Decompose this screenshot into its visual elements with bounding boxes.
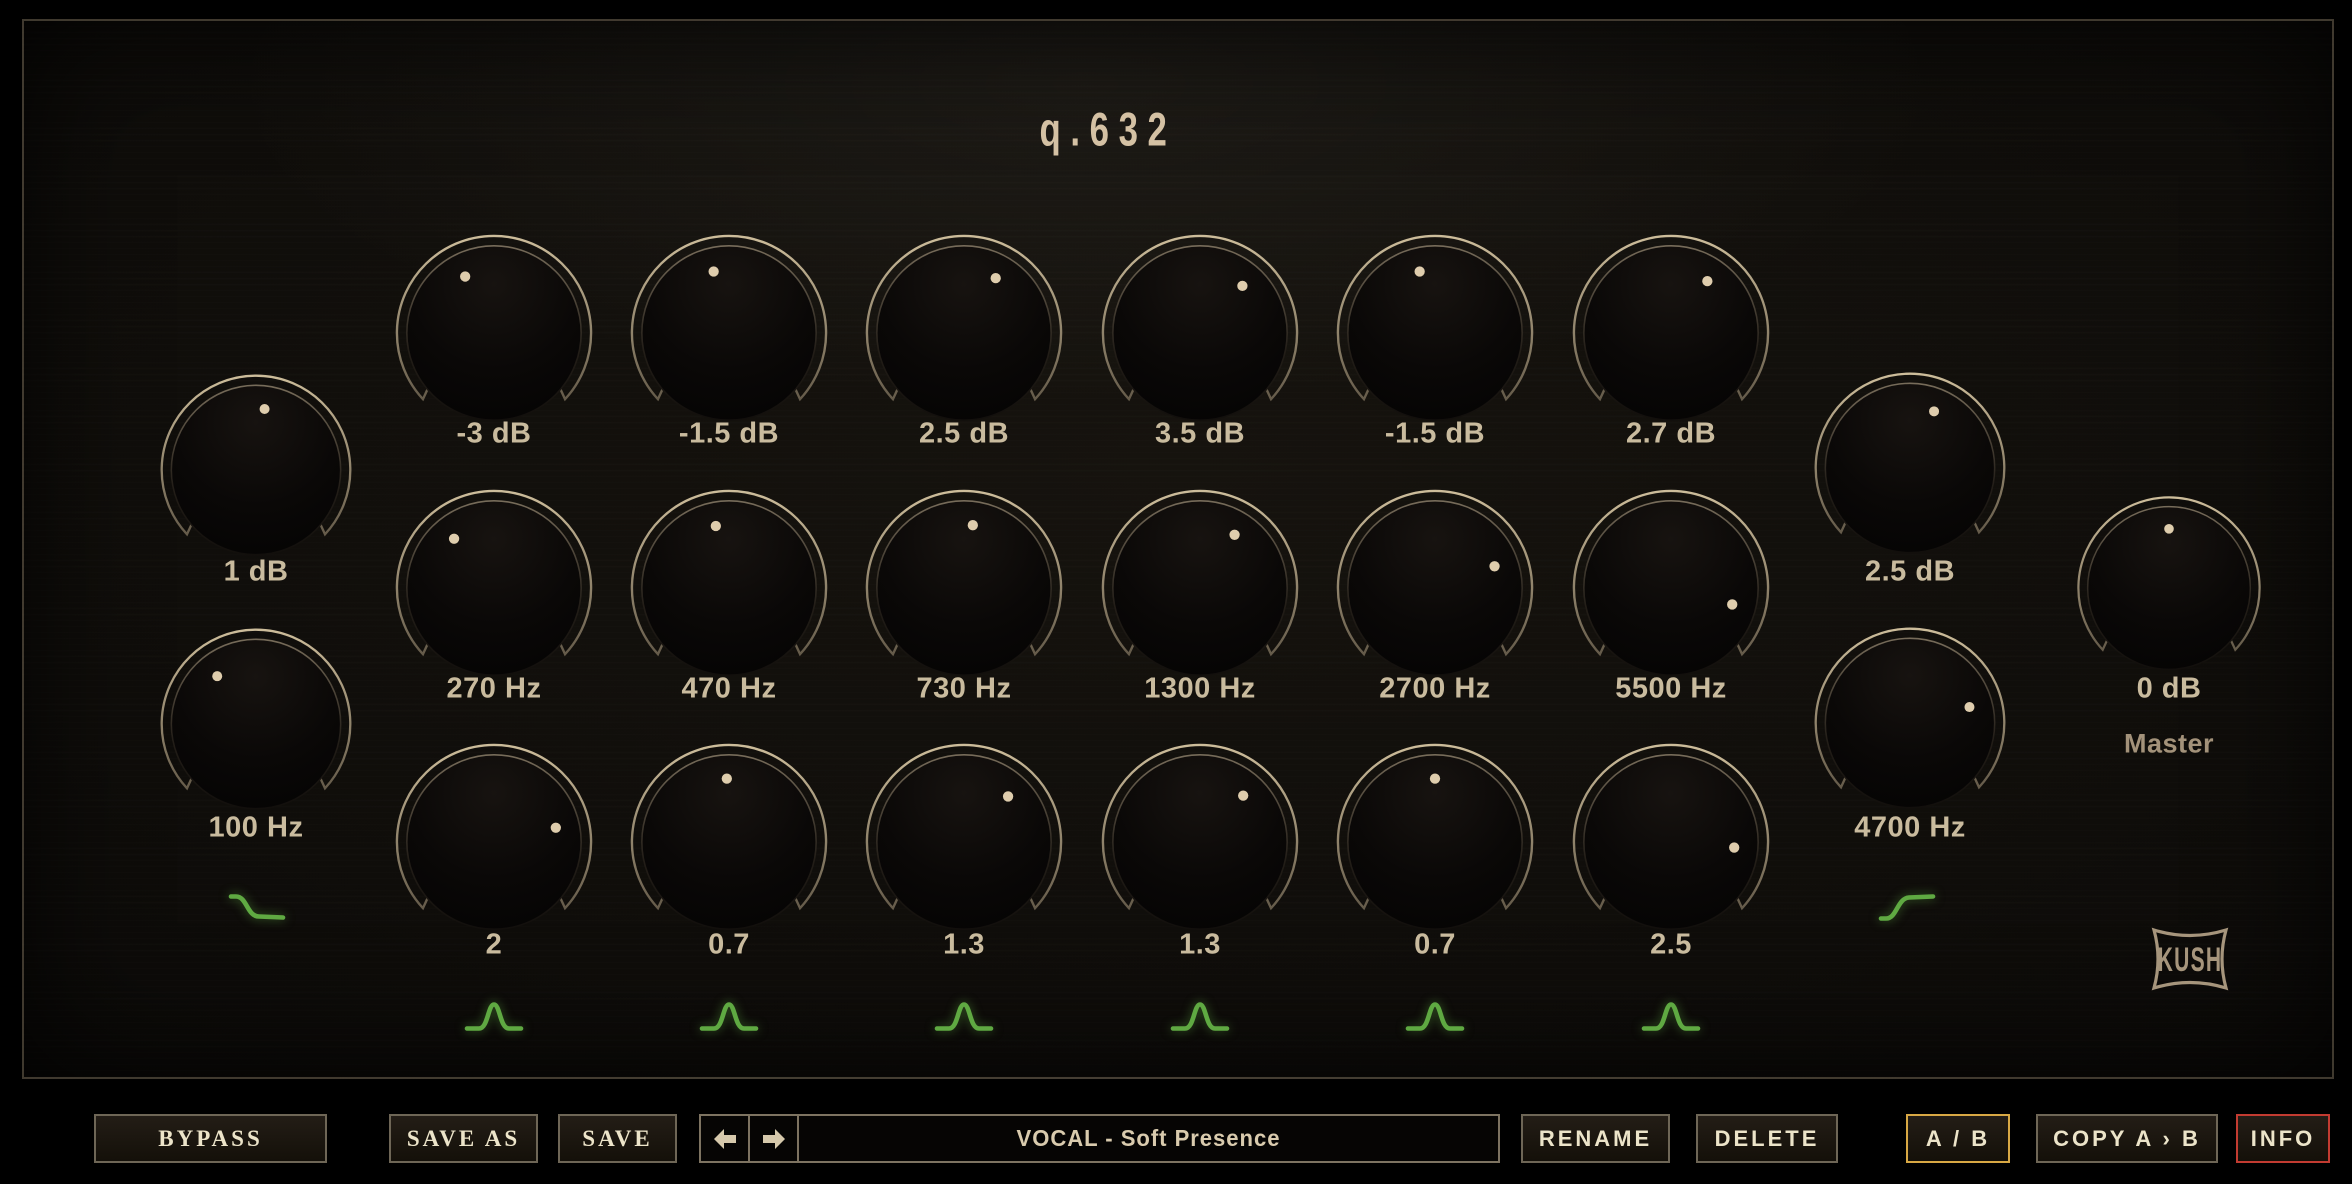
save-as-button[interactable]: SAVE AS xyxy=(389,1114,538,1163)
band6-freq-value: 5500 Hz xyxy=(1615,673,1727,706)
ab-compare-button[interactable]: A / B xyxy=(1906,1114,2010,1163)
band5-q-value: 0.7 xyxy=(1414,929,1456,962)
band1-q-value: 2 xyxy=(486,929,503,962)
band2-bell-curve-icon xyxy=(697,996,761,1043)
band3-freq-value: 730 Hz xyxy=(917,673,1012,706)
plugin-title: q.632 xyxy=(1039,102,1176,157)
band3-freq-knob[interactable] xyxy=(859,483,1069,693)
band4-freq-knob[interactable] xyxy=(1095,483,1305,693)
master-gain-value: 0 dB xyxy=(2137,673,2202,706)
band2-q-knob[interactable] xyxy=(624,737,834,947)
band3-gain-knob[interactable] xyxy=(859,228,1069,438)
band2-q-value: 0.7 xyxy=(708,929,750,962)
band4-freq-value: 1300 Hz xyxy=(1144,673,1256,706)
band6-bell-curve-icon xyxy=(1639,996,1703,1043)
band1-freq-knob[interactable] xyxy=(389,483,599,693)
previous-preset-button[interactable] xyxy=(701,1116,750,1161)
bypass-button[interactable]: BYPASS xyxy=(94,1114,327,1163)
delete-button[interactable]: DELETE xyxy=(1696,1114,1838,1163)
preset-name[interactable]: VOCAL - Soft Presence xyxy=(813,1116,1484,1161)
low-shelf-gain-value: 1 dB xyxy=(224,556,289,589)
band1-bell-curve-icon xyxy=(462,996,526,1043)
band1-freq-value: 270 Hz xyxy=(447,673,542,706)
master-gain-knob[interactable] xyxy=(2071,490,2267,686)
high-shelf-curve-icon xyxy=(1875,887,1939,934)
band5-gain-value: -1.5 dB xyxy=(1385,418,1485,451)
info-button[interactable]: INFO xyxy=(2236,1114,2330,1163)
low-shelf-curve-icon xyxy=(225,887,289,934)
right-arrow-icon xyxy=(761,1127,787,1151)
band4-q-value: 1.3 xyxy=(1179,929,1221,962)
low-shelf-gain-knob[interactable] xyxy=(154,368,358,572)
svg-text:KUSH: KUSH xyxy=(2158,940,2223,978)
band3-gain-value: 2.5 dB xyxy=(919,418,1009,451)
band4-bell-curve-icon xyxy=(1168,996,1232,1043)
high-shelf-freq-value: 4700 Hz xyxy=(1854,812,1966,845)
left-arrow-icon xyxy=(712,1127,738,1151)
kush-logo: KUSH xyxy=(2138,920,2242,998)
low-shelf-freq-knob[interactable] xyxy=(154,622,358,826)
band6-gain-knob[interactable] xyxy=(1566,228,1776,438)
next-preset-button[interactable] xyxy=(750,1116,799,1161)
high-shelf-gain-value: 2.5 dB xyxy=(1865,556,1955,589)
preset-box: VOCAL - Soft Presence xyxy=(699,1114,1500,1163)
band2-freq-value: 470 Hz xyxy=(682,673,777,706)
band1-gain-value: -3 dB xyxy=(457,418,532,451)
band5-freq-knob[interactable] xyxy=(1330,483,1540,693)
band6-q-knob[interactable] xyxy=(1566,737,1776,947)
band2-freq-knob[interactable] xyxy=(624,483,834,693)
band5-gain-knob[interactable] xyxy=(1330,228,1540,438)
band4-gain-value: 3.5 dB xyxy=(1155,418,1245,451)
master-label: Master xyxy=(2124,729,2214,760)
band3-q-value: 1.3 xyxy=(943,929,985,962)
rename-button[interactable]: RENAME xyxy=(1521,1114,1670,1163)
band2-gain-value: -1.5 dB xyxy=(679,418,779,451)
plugin-window: q.632 1 dB 100 Hz -3 dB 270 Hz 2 xyxy=(0,0,2352,1184)
band5-q-knob[interactable] xyxy=(1330,737,1540,947)
band5-bell-curve-icon xyxy=(1403,996,1467,1043)
band4-q-knob[interactable] xyxy=(1095,737,1305,947)
band2-gain-knob[interactable] xyxy=(624,228,834,438)
band5-freq-value: 2700 Hz xyxy=(1379,673,1491,706)
plugin-panel: q.632 1 dB 100 Hz -3 dB 270 Hz 2 xyxy=(22,19,2334,1079)
band3-bell-curve-icon xyxy=(932,996,996,1043)
band6-freq-knob[interactable] xyxy=(1566,483,1776,693)
band3-q-knob[interactable] xyxy=(859,737,1069,947)
high-shelf-freq-knob[interactable] xyxy=(1808,621,2012,825)
save-button[interactable]: SAVE xyxy=(558,1114,677,1163)
band6-gain-value: 2.7 dB xyxy=(1626,418,1716,451)
band6-q-value: 2.5 xyxy=(1650,929,1692,962)
high-shelf-gain-knob[interactable] xyxy=(1808,366,2012,570)
copy-a-to-b-button[interactable]: COPY A › B xyxy=(2036,1114,2218,1163)
band1-q-knob[interactable] xyxy=(389,737,599,947)
band1-gain-knob[interactable] xyxy=(389,228,599,438)
band4-gain-knob[interactable] xyxy=(1095,228,1305,438)
low-shelf-freq-value: 100 Hz xyxy=(209,812,304,845)
